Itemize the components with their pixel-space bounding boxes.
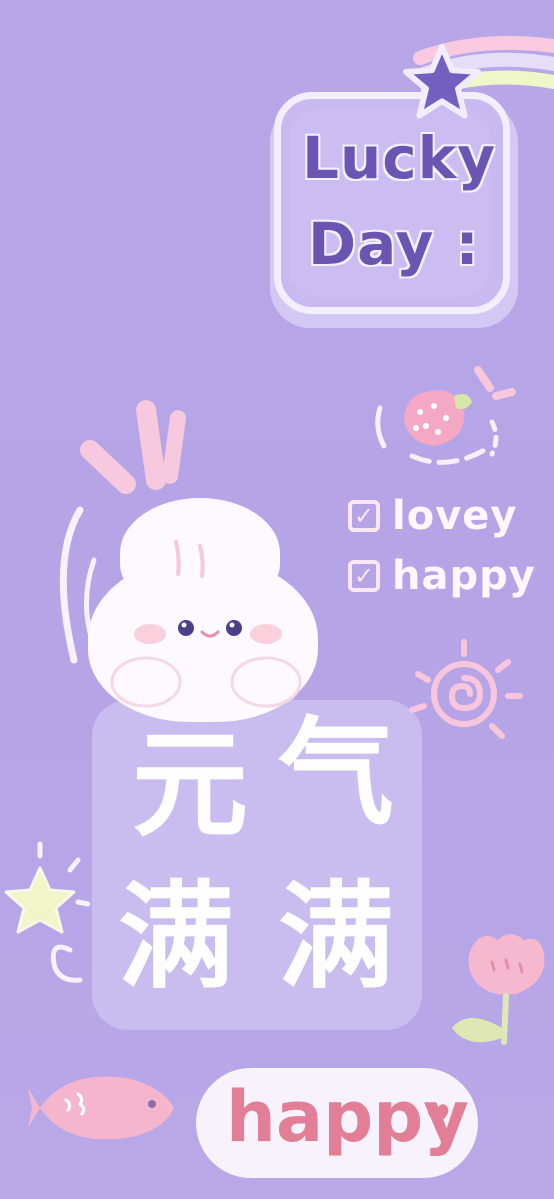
checklist-item-lovey: ✓ lovey [348, 493, 517, 539]
checkbox-icon: ✓ [348, 560, 380, 592]
lucky-title-line2: Day : [308, 210, 480, 278]
slogan-char-4: 满 [278, 870, 394, 1005]
happy-label-pill: happy [196, 1068, 478, 1178]
wallpaper: Lucky Day : ✓ lovey ✓ happy 元 气 满 满 happ… [0, 0, 554, 1199]
slogan-char-2: 气 [278, 706, 394, 841]
bunny-face [110, 540, 302, 708]
slogan-char-1: 元 [132, 718, 248, 853]
heart-icon [427, 1104, 449, 1125]
slogan-char-3: 满 [118, 870, 234, 1005]
flower-icon [452, 934, 545, 1045]
strawberry-icon [375, 366, 516, 465]
star-icon [402, 43, 482, 119]
checkbox-icon: ✓ [348, 500, 380, 532]
sparkle-star-icon [4, 841, 91, 983]
lucky-day-card: Lucky Day : [262, 92, 528, 330]
fish-icon [28, 1076, 174, 1140]
sun-swirl-icon [409, 639, 523, 739]
accent-marks [80, 400, 186, 494]
lucky-title-line1: Lucky [302, 124, 497, 192]
checklist-item-happy: ✓ happy [348, 553, 536, 599]
